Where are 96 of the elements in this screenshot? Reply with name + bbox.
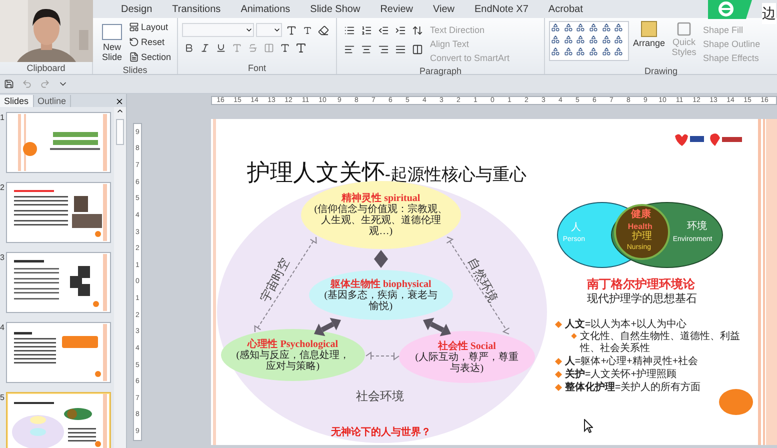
ribbon-tab[interactable]: Slide Show [301,2,370,18]
group-label: Font [246,62,267,74]
concept-title: 心理性 Psychological [248,338,338,350]
venn-label: Health [628,221,652,231]
logo-icon [672,132,743,148]
venn-label: 护理 [632,232,652,242]
shape-icon[interactable] [589,35,598,44]
venn-label: 人 [570,223,581,233]
slide-number: 1 [0,112,6,124]
shape-icon[interactable] [602,23,611,32]
concept-note: (感知与反应，信息处理，应对与策略) [235,350,351,372]
bullet-text: 人=躯体+心理+精神灵性+社会 [564,356,698,368]
pane-tab[interactable]: Slides [0,95,34,107]
concept-note: (人际互动，尊严，尊重与表达) [414,352,520,374]
group-label: Slides [122,64,148,76]
ribbon-tab[interactable]: Review [371,2,422,18]
app-logo-icon [708,0,752,19]
bullet-text: 整体化护理=关护人的所有方面 [564,382,701,394]
bullet-text: 关护=人文关怀+护理照顾 [564,369,677,381]
bottom-label: 社会环境 [356,388,404,405]
slide-number: 3 [0,252,6,264]
font-name-field[interactable] [182,23,254,37]
bullet-text: 文化性、自然生物性、道德性、利益性、社会关系性 [580,331,741,355]
bullet-icon [554,358,562,366]
bullet-icon [554,320,562,328]
bullet-icon [571,333,577,339]
font-size-field[interactable] [256,23,282,37]
ribbon-tab[interactable]: Transitions [163,2,230,18]
arrange-button[interactable]: Arrange [633,21,666,65]
ribbon-tab[interactable]: EndNote X7 [465,2,538,18]
slide-number: 4 [0,322,6,334]
eraser-icon[interactable] [316,23,330,37]
group-label: Paragraph [418,65,463,77]
shape-icon[interactable] [602,47,611,56]
mouse-cursor-icon [584,419,593,433]
shape-icon[interactable] [589,47,598,56]
shape-icon[interactable] [564,47,573,56]
shape-icon[interactable] [564,23,573,32]
slides-menu-item[interactable]: Section [129,50,172,64]
layout-icon [129,22,139,32]
scroll-thumb[interactable] [116,119,124,145]
bullet-icon [554,370,562,378]
shape-icon[interactable] [576,23,586,32]
badge-text: 边 [762,3,776,24]
new-slide-button[interactable]: New Slide [97,20,127,64]
scrollbar[interactable] [114,107,126,448]
shape-icon[interactable] [614,47,624,56]
pane-tab[interactable]: Outline [34,95,72,107]
ribbon-tab[interactable]: Design [112,2,162,18]
save-icon[interactable] [2,77,16,91]
shape-icon[interactable] [576,35,586,44]
close-icon[interactable] [115,97,124,106]
side-label: 宇宙时空 [256,254,294,306]
question-text: 无神论下的人与世界？ [330,426,431,440]
section-icon [129,52,139,62]
concept-title: 躯体生物性 biophysical [330,278,432,290]
slides-menu-item[interactable]: Layout [129,20,172,34]
columns-icon[interactable] [410,42,424,56]
concept-note: (基因多态，疾病，衰老与愉悦) [323,290,439,312]
slide-icon [102,24,122,40]
arrange-icon [641,21,658,37]
shape-icon[interactable] [551,35,560,44]
venn-label: 环境 [686,222,707,232]
slide-number: 5 [0,392,6,404]
slides-menu-item[interactable]: Reset [129,35,172,49]
shape-icon[interactable] [551,47,560,56]
shape-icon[interactable] [614,23,624,32]
shape-icon[interactable] [589,23,598,32]
shape-icon[interactable] [602,35,611,44]
ribbon-tab[interactable]: Animations [232,2,300,18]
group-label: Drawing [643,65,678,77]
side-label: 自然环境 [464,254,502,306]
concept-title: 社会性 Social [438,340,496,352]
slide-title: 护理人文关怀-起源性核心与重心 [246,158,527,187]
concept-title: 精神灵性 spiritual [342,193,420,204]
quick-styles-icon [676,21,692,37]
ribbon-tab[interactable]: Acrobat [539,2,592,18]
shape-icon[interactable] [576,47,586,56]
dashed-double-arrow [365,352,400,360]
scroll-up-icon[interactable] [116,107,124,115]
venn-label: 健康 [630,210,651,220]
shape-icon[interactable] [551,23,560,32]
concept-note: (信仰信念与价值观：宗教观、人生观、生死观、道德伦理观…) [313,204,449,237]
decorative-ellipse [718,389,753,415]
ribbon-tab[interactable]: View [424,2,464,18]
reset-icon [129,37,139,47]
theory-title: 南丁格尔护理环境论 [586,276,695,292]
shape-icon[interactable] [564,35,573,44]
font-color-icon[interactable] [294,41,308,55]
shape-icon[interactable] [614,35,624,44]
bullet-icon [554,384,562,392]
group-label: Clipboard [26,62,66,74]
slide-number: 2 [0,182,6,194]
theory-subtitle: 现代护理学的思想基石 [586,292,697,307]
bullet-text: 人文=以人为本+以人为中心 [564,319,687,330]
shapes-gallery[interactable] [549,21,629,61]
